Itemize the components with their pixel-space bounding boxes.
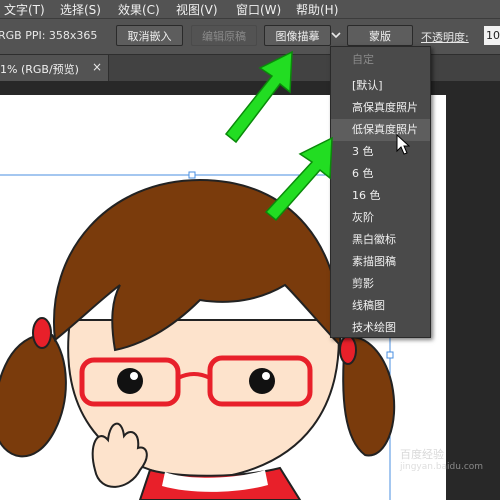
document-tab[interactable]: 1% (RGB/预览) × <box>0 55 109 81</box>
image-color-info: RGB PPI: 358x365 <box>0 29 98 42</box>
menu-bar: 文字(T) 选择(S) 效果(C) 视图(V) 窗口(W) 帮助(H) <box>0 0 500 19</box>
document-tab-label: 1% (RGB/预览) <box>0 63 79 76</box>
green-arrow-icon <box>224 50 293 144</box>
menu-select[interactable]: 选择(S) <box>60 1 101 18</box>
menu-type[interactable]: 文字(T) <box>4 1 45 18</box>
chevron-down-icon[interactable] <box>331 29 341 41</box>
preset-header-custom: 自定 <box>352 53 374 66</box>
preset-high-fidelity-photo[interactable]: 高保真度照片 <box>331 97 430 119</box>
edit-original-button: 编辑原稿 <box>191 25 257 46</box>
preset-technical-drawing[interactable]: 技术绘图 <box>331 317 430 339</box>
opacity-label[interactable]: 不透明度: <box>421 29 469 45</box>
selection-handle-top <box>188 171 196 179</box>
mask-button[interactable]: 蒙版 <box>347 25 413 46</box>
preset-16-colors[interactable]: 16 色 <box>331 185 430 207</box>
menu-effect[interactable]: 效果(C) <box>118 1 160 18</box>
menu-help[interactable]: 帮助(H) <box>296 1 338 18</box>
preset-grayscale[interactable]: 灰阶 <box>331 207 430 229</box>
mouse-cursor-icon <box>396 134 410 155</box>
cancel-embed-button[interactable]: 取消嵌入 <box>116 25 183 46</box>
preset-silhouettes[interactable]: 剪影 <box>331 273 430 295</box>
image-trace-button[interactable]: 图像描摹 <box>264 25 331 46</box>
green-arrow-icon <box>264 136 333 222</box>
selection-handle-right <box>386 351 394 359</box>
menu-window[interactable]: 窗口(W) <box>236 1 281 18</box>
preset-3-colors[interactable]: 3 色 <box>331 141 430 163</box>
trace-preset-menu: 自定 [默认] 高保真度照片 低保真度照片 3 色 6 色 16 色 灰阶 黑白… <box>330 46 431 338</box>
watermark: 百度经验 <box>400 448 444 461</box>
preset-6-colors[interactable]: 6 色 <box>331 163 430 185</box>
preset-black-white-logo[interactable]: 黑白徽标 <box>331 229 430 251</box>
watermark-url: jingyan.baidu.com <box>400 462 484 472</box>
preset-line-art[interactable]: 线稿图 <box>331 295 430 317</box>
preset-default[interactable]: [默认] <box>331 75 430 97</box>
close-icon[interactable]: × <box>92 60 102 74</box>
menu-view[interactable]: 视图(V) <box>176 1 218 18</box>
preset-low-fidelity-photo[interactable]: 低保真度照片 <box>331 119 430 141</box>
opacity-input[interactable]: 100 <box>484 26 500 45</box>
preset-sketched-art[interactable]: 素描图稿 <box>331 251 430 273</box>
